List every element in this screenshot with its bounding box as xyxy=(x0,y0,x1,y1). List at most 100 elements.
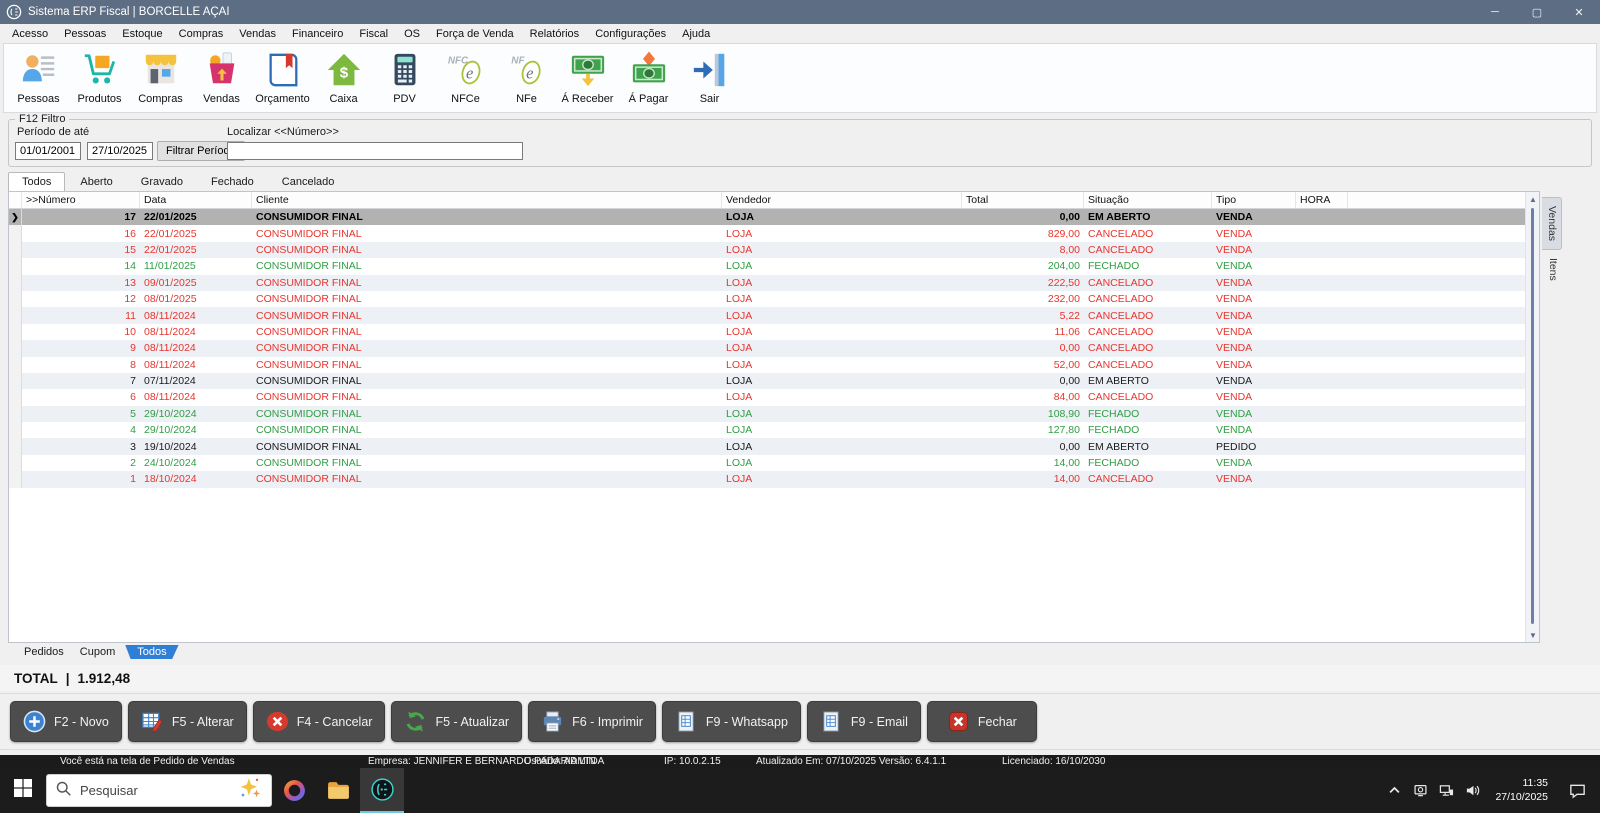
column-header-total[interactable]: Total xyxy=(962,192,1084,208)
taskbar-file-explorer-icon[interactable] xyxy=(316,768,360,813)
table-row[interactable]: 429/10/2024CONSUMIDOR FINALLOJA127,80FEC… xyxy=(9,422,1539,438)
table-row[interactable]: 908/11/2024CONSUMIDOR FINALLOJA0,00CANCE… xyxy=(9,340,1539,356)
table-row[interactable]: 1309/01/2025CONSUMIDOR FINALLOJA222,50CA… xyxy=(9,275,1539,291)
menu-compras[interactable]: Compras xyxy=(171,26,232,42)
table-row[interactable]: 608/11/2024CONSUMIDOR FINALLOJA84,00CANC… xyxy=(9,389,1539,405)
table-row[interactable]: ❯1722/01/2025CONSUMIDOR FINALLOJA0,00EM … xyxy=(9,209,1539,225)
table-row[interactable]: 1522/01/2025CONSUMIDOR FINALLOJA8,00CANC… xyxy=(9,242,1539,258)
table-row[interactable]: 1622/01/2025CONSUMIDOR FINALLOJA829,00CA… xyxy=(9,225,1539,241)
taskbar-search-box[interactable]: Pesquisar xyxy=(46,774,272,807)
filter-tab-todos[interactable]: Todos xyxy=(8,172,65,191)
date-to-field[interactable] xyxy=(87,142,153,160)
menu-pessoas[interactable]: Pessoas xyxy=(56,26,114,42)
table-row[interactable]: 808/11/2024CONSUMIDOR FINALLOJA52,00CANC… xyxy=(9,357,1539,373)
scroll-up-icon[interactable]: ▲ xyxy=(1526,192,1540,206)
tray-chevron-up-icon[interactable] xyxy=(1383,771,1405,811)
toolbar-item-pessoas[interactable]: Pessoas xyxy=(8,50,69,105)
toolbar-item-produtos[interactable]: Produtos xyxy=(69,50,130,105)
table-row[interactable]: 1411/01/2025CONSUMIDOR FINALLOJA204,00FE… xyxy=(9,258,1539,274)
side-tab-vendas[interactable]: Vendas xyxy=(1542,197,1562,250)
grid-vertical-scrollbar[interactable]: ▲ ▼ xyxy=(1525,192,1539,642)
toolbar-item-nfe[interactable]: NFeNFe xyxy=(496,50,557,105)
filter-tab-aberto[interactable]: Aberto xyxy=(67,173,125,191)
cell-tipo: VENDA xyxy=(1212,342,1296,354)
f5-atualizar-button[interactable]: F5 - Atualizar xyxy=(391,701,522,742)
table-row[interactable]: 319/10/2024CONSUMIDOR FINALLOJA0,00EM AB… xyxy=(9,438,1539,454)
menu-forca-de-venda[interactable]: Força de Venda xyxy=(428,26,522,42)
cell-cliente: CONSUMIDOR FINAL xyxy=(252,375,722,387)
toolbar-item-label: Sair xyxy=(700,93,720,105)
column-header-vendedor[interactable]: Vendedor xyxy=(722,192,962,208)
f5-alterar-button[interactable]: F5 - Alterar xyxy=(128,701,247,742)
toolbar-item-a-pagar[interactable]: Á Pagar xyxy=(618,50,679,105)
bottom-tab-todos[interactable]: Todos xyxy=(125,645,178,659)
action-button-label: F5 - Alterar xyxy=(172,715,234,729)
column-header-tipo[interactable]: Tipo xyxy=(1212,192,1296,208)
date-from-field[interactable] xyxy=(15,142,81,160)
column-header-situacao[interactable]: Situação xyxy=(1084,192,1212,208)
system-tray: 11:35 27/10/2025 xyxy=(1383,771,1600,811)
fechar-button[interactable]: Fechar xyxy=(927,701,1037,742)
cell-tipo: VENDA xyxy=(1212,228,1296,240)
table-row[interactable]: 529/10/2024CONSUMIDOR FINALLOJA108,90FEC… xyxy=(9,406,1539,422)
f4-cancelar-button[interactable]: F4 - Cancelar xyxy=(253,701,386,742)
toolbar-item-compras[interactable]: Compras xyxy=(130,50,191,105)
filter-tab-cancelado[interactable]: Cancelado xyxy=(269,173,348,191)
f6-imprimir-button[interactable]: F6 - Imprimir xyxy=(528,701,656,742)
table-row[interactable]: 1208/01/2025CONSUMIDOR FINALLOJA232,00CA… xyxy=(9,291,1539,307)
column-header-cliente[interactable]: Cliente xyxy=(252,192,722,208)
menu-os[interactable]: OS xyxy=(396,26,428,42)
start-button[interactable] xyxy=(0,768,46,813)
side-tab-itens[interactable]: Itens xyxy=(1542,250,1562,289)
cell-numero: 3 xyxy=(22,441,140,453)
menu-vendas[interactable]: Vendas xyxy=(231,26,284,42)
tray-vm-icon[interactable] xyxy=(1409,771,1431,811)
taskbar-erp-app-icon[interactable] xyxy=(360,768,404,813)
f9-email-button[interactable]: F9 - Email xyxy=(807,701,921,742)
toolbar-item-nfce[interactable]: NFCeNFCe xyxy=(435,50,496,105)
filter-tab-gravado[interactable]: Gravado xyxy=(128,173,196,191)
table-row[interactable]: 707/11/2024CONSUMIDOR FINALLOJA0,00EM AB… xyxy=(9,373,1539,389)
tray-volume-icon[interactable] xyxy=(1461,771,1483,811)
taskbar-copilot-icon[interactable] xyxy=(272,768,316,813)
table-row[interactable]: 224/10/2024CONSUMIDOR FINALLOJA14,00FECH… xyxy=(9,455,1539,471)
table-row[interactable]: 1108/11/2024CONSUMIDOR FINALLOJA5,22CANC… xyxy=(9,307,1539,323)
table-row[interactable]: 1008/11/2024CONSUMIDOR FINALLOJA11,06CAN… xyxy=(9,324,1539,340)
notification-center-icon[interactable] xyxy=(1560,771,1594,811)
toolbar-item-orcamento[interactable]: Orçamento xyxy=(252,50,313,105)
cell-vendedor: LOJA xyxy=(722,424,962,436)
menu-fiscal[interactable]: Fiscal xyxy=(351,26,396,42)
tray-network-icon[interactable] xyxy=(1435,771,1457,811)
menu-configuracoes[interactable]: Configurações xyxy=(587,26,674,42)
menu-ajuda[interactable]: Ajuda xyxy=(674,26,718,42)
column-header-data[interactable]: Data xyxy=(140,192,252,208)
scrollbar-thumb[interactable] xyxy=(1531,208,1534,624)
scroll-down-icon[interactable]: ▼ xyxy=(1526,628,1540,642)
toolbar-item-sair[interactable]: Sair xyxy=(679,50,740,105)
taskbar-clock[interactable]: 11:35 27/10/2025 xyxy=(1487,777,1556,803)
cell-situacao: EM ABERTO xyxy=(1084,375,1212,387)
close-button[interactable]: ✕ xyxy=(1558,0,1600,24)
filter-tab-fechado[interactable]: Fechado xyxy=(198,173,267,191)
localizar-input[interactable] xyxy=(227,142,523,160)
minimize-button[interactable]: ─ xyxy=(1474,0,1516,24)
toolbar-item-vendas[interactable]: Vendas xyxy=(191,50,252,105)
bottom-tab-pedidos[interactable]: Pedidos xyxy=(18,645,70,659)
column-header-hora[interactable]: HORA xyxy=(1296,192,1348,208)
toolbar-item-label: Orçamento xyxy=(255,93,309,105)
toolbar-item-caixa[interactable]: $Caixa xyxy=(313,50,374,105)
menu-estoque[interactable]: Estoque xyxy=(114,26,170,42)
toolbar-item-pdv[interactable]: PDV xyxy=(374,50,435,105)
column-header-numero[interactable]: >>Número xyxy=(22,192,140,208)
menu-relatorios[interactable]: Relatórios xyxy=(522,26,588,42)
bottom-tab-cupom[interactable]: Cupom xyxy=(74,645,121,659)
maximize-button[interactable]: ▢ xyxy=(1516,0,1558,24)
f9-whatsapp-button[interactable]: F9 - Whatsapp xyxy=(662,701,801,742)
menu-acesso[interactable]: Acesso xyxy=(4,26,56,42)
f2-novo-button[interactable]: F2 - Novo xyxy=(10,701,122,742)
table-row[interactable]: 118/10/2024CONSUMIDOR FINALLOJA14,00CANC… xyxy=(9,471,1539,487)
cell-data: 24/10/2024 xyxy=(140,457,252,469)
menu-financeiro[interactable]: Financeiro xyxy=(284,26,351,42)
toolbar-item-label: NFe xyxy=(516,93,537,105)
toolbar-item-a-receber[interactable]: Á Receber xyxy=(557,50,618,105)
